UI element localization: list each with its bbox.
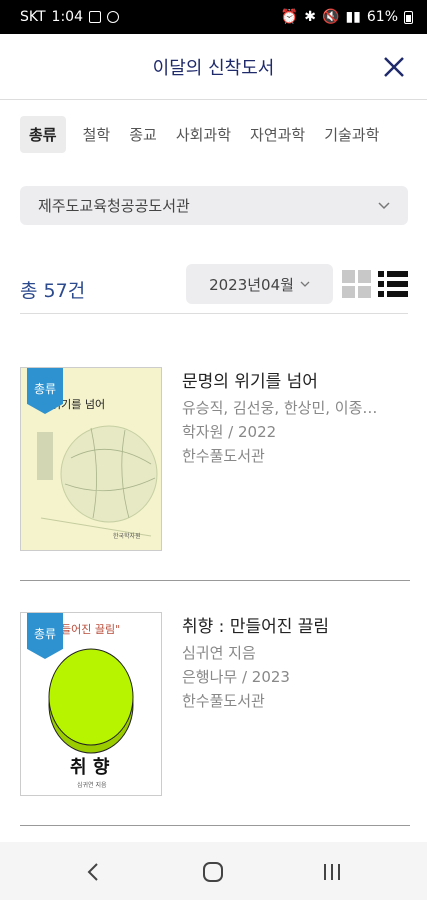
home-icon xyxy=(203,862,223,882)
book-info: 문명의 위기를 넘어 유승직, 김선웅, 한상민, 이종… 학자원 / 2022… xyxy=(182,367,412,468)
battery-label: 61% xyxy=(366,9,398,25)
cover-publisher: 한국학자원 xyxy=(113,532,141,540)
signal-icon: ▮▮ xyxy=(345,9,361,25)
library-select-value: 제주도교육청공공도서관 xyxy=(38,197,190,215)
recents-button[interactable] xyxy=(318,858,346,886)
list-toolbar: 총 57건 2023년04월 xyxy=(20,262,408,314)
grid-cell xyxy=(358,270,371,283)
book-cover: 들어진 끌림" 취 향 심귀연 지음 총류 xyxy=(20,612,162,796)
book-list-item[interactable]: 위기를 넘어 한국학자원 총류 문명의 위기를 넘어 유승직, 김선웅, 한상민… xyxy=(20,367,410,581)
tab-social-science[interactable]: 사회과학 xyxy=(167,116,240,153)
tab-general[interactable]: 총류 xyxy=(20,115,66,153)
grid-view-button[interactable] xyxy=(342,270,372,298)
tab-philosophy[interactable]: 철학 xyxy=(74,116,120,153)
tab-technology[interactable]: 기술과학 xyxy=(315,116,388,153)
system-nav-bar xyxy=(0,842,427,900)
back-button[interactable] xyxy=(80,858,108,886)
bluetooth-icon: ✱ xyxy=(304,9,317,25)
book-authors: 심귀연 지음 xyxy=(182,644,256,662)
cover-author: 심귀연 지음 xyxy=(77,781,107,789)
book-cover: 위기를 넘어 한국학자원 총류 xyxy=(20,367,162,551)
book-title: 취향 : 만들어진 끌림 xyxy=(182,617,330,637)
close-button[interactable] xyxy=(381,54,407,80)
book-list-item[interactable]: 들어진 끌림" 취 향 심귀연 지음 총류 취향 : 만들어진 끌림 심귀연 지… xyxy=(20,612,410,826)
cover-tagline: 들어진 끌림" xyxy=(61,623,120,636)
cover-title: 취 향 xyxy=(70,757,110,778)
tab-religion[interactable]: 종교 xyxy=(120,116,166,153)
status-left: SKT 1:04 xyxy=(20,9,119,25)
total-count: 총 57건 xyxy=(20,280,86,302)
clock: 1:04 xyxy=(51,9,83,25)
home-button[interactable] xyxy=(199,858,227,886)
grid-cell xyxy=(358,285,371,298)
status-right: ⏰ ✱ 🔇 ▮▮ 61% xyxy=(281,9,413,25)
list-view-icon xyxy=(378,271,408,297)
month-select[interactable]: 2023년04월 xyxy=(186,264,333,304)
back-icon xyxy=(87,863,98,881)
mute-icon: 🔇 xyxy=(322,9,340,25)
battery-icon xyxy=(404,10,413,24)
app-header: 이달의 신착도서 xyxy=(0,34,427,100)
status-bar: SKT 1:04 ⏰ ✱ 🔇 ▮▮ 61% xyxy=(0,0,427,34)
page-title: 이달의 신착도서 xyxy=(152,58,275,79)
recents-icon xyxy=(324,864,340,880)
library-select[interactable]: 제주도교육청공공도서관 xyxy=(20,186,408,225)
grid-cell xyxy=(342,285,355,298)
gallery-notification-icon xyxy=(89,11,101,23)
book-library: 한수풀도서관 xyxy=(182,692,265,710)
category-tabs: 총류 철학 종교 사회과학 자연과학 기술과학 xyxy=(20,114,389,154)
carrier-label: SKT xyxy=(20,9,46,25)
chevron-down-icon xyxy=(378,201,390,209)
app-notification-icon xyxy=(107,11,119,23)
month-select-value: 2023년04월 xyxy=(209,275,294,294)
book-authors: 유승직, 김선웅, 한상민, 이종… xyxy=(182,399,378,417)
book-library: 한수풀도서관 xyxy=(182,447,265,465)
list-view-button[interactable] xyxy=(378,270,408,298)
grid-view-icon xyxy=(342,270,355,283)
book-title: 문명의 위기를 넘어 xyxy=(182,372,318,392)
tab-natural-science[interactable]: 자연과학 xyxy=(241,116,314,153)
alarm-icon: ⏰ xyxy=(280,9,299,25)
book-info: 취향 : 만들어진 끌림 심귀연 지음 은행나무 / 2023 한수풀도서관 xyxy=(182,612,412,713)
close-icon xyxy=(384,57,404,77)
book-publisher: 은행나무 / 2023 xyxy=(182,668,290,686)
book-publisher: 학자원 / 2022 xyxy=(182,423,277,441)
chevron-down-icon xyxy=(300,281,310,287)
